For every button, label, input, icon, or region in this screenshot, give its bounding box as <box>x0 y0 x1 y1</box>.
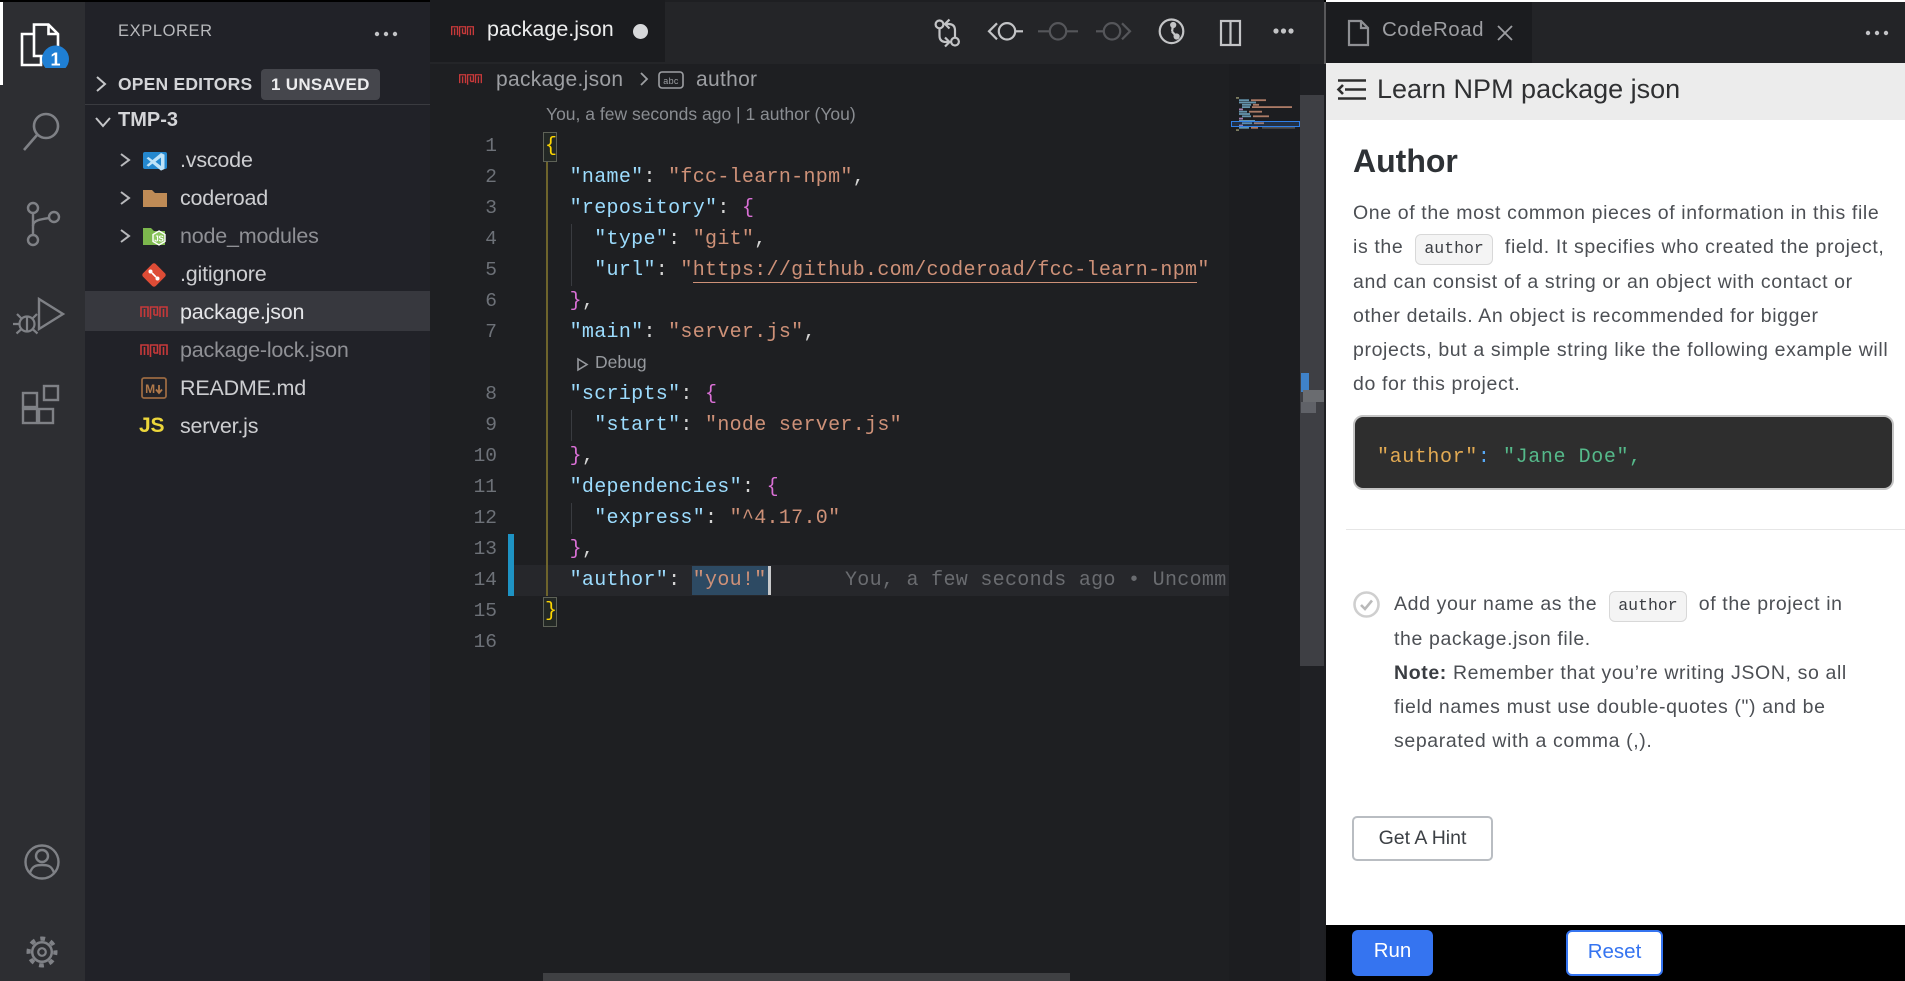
svg-text:1: 1 <box>50 50 60 69</box>
svg-text:M: M <box>145 382 155 396</box>
svg-text:JS: JS <box>154 235 164 244</box>
svg-text:abc: abc <box>663 76 679 86</box>
